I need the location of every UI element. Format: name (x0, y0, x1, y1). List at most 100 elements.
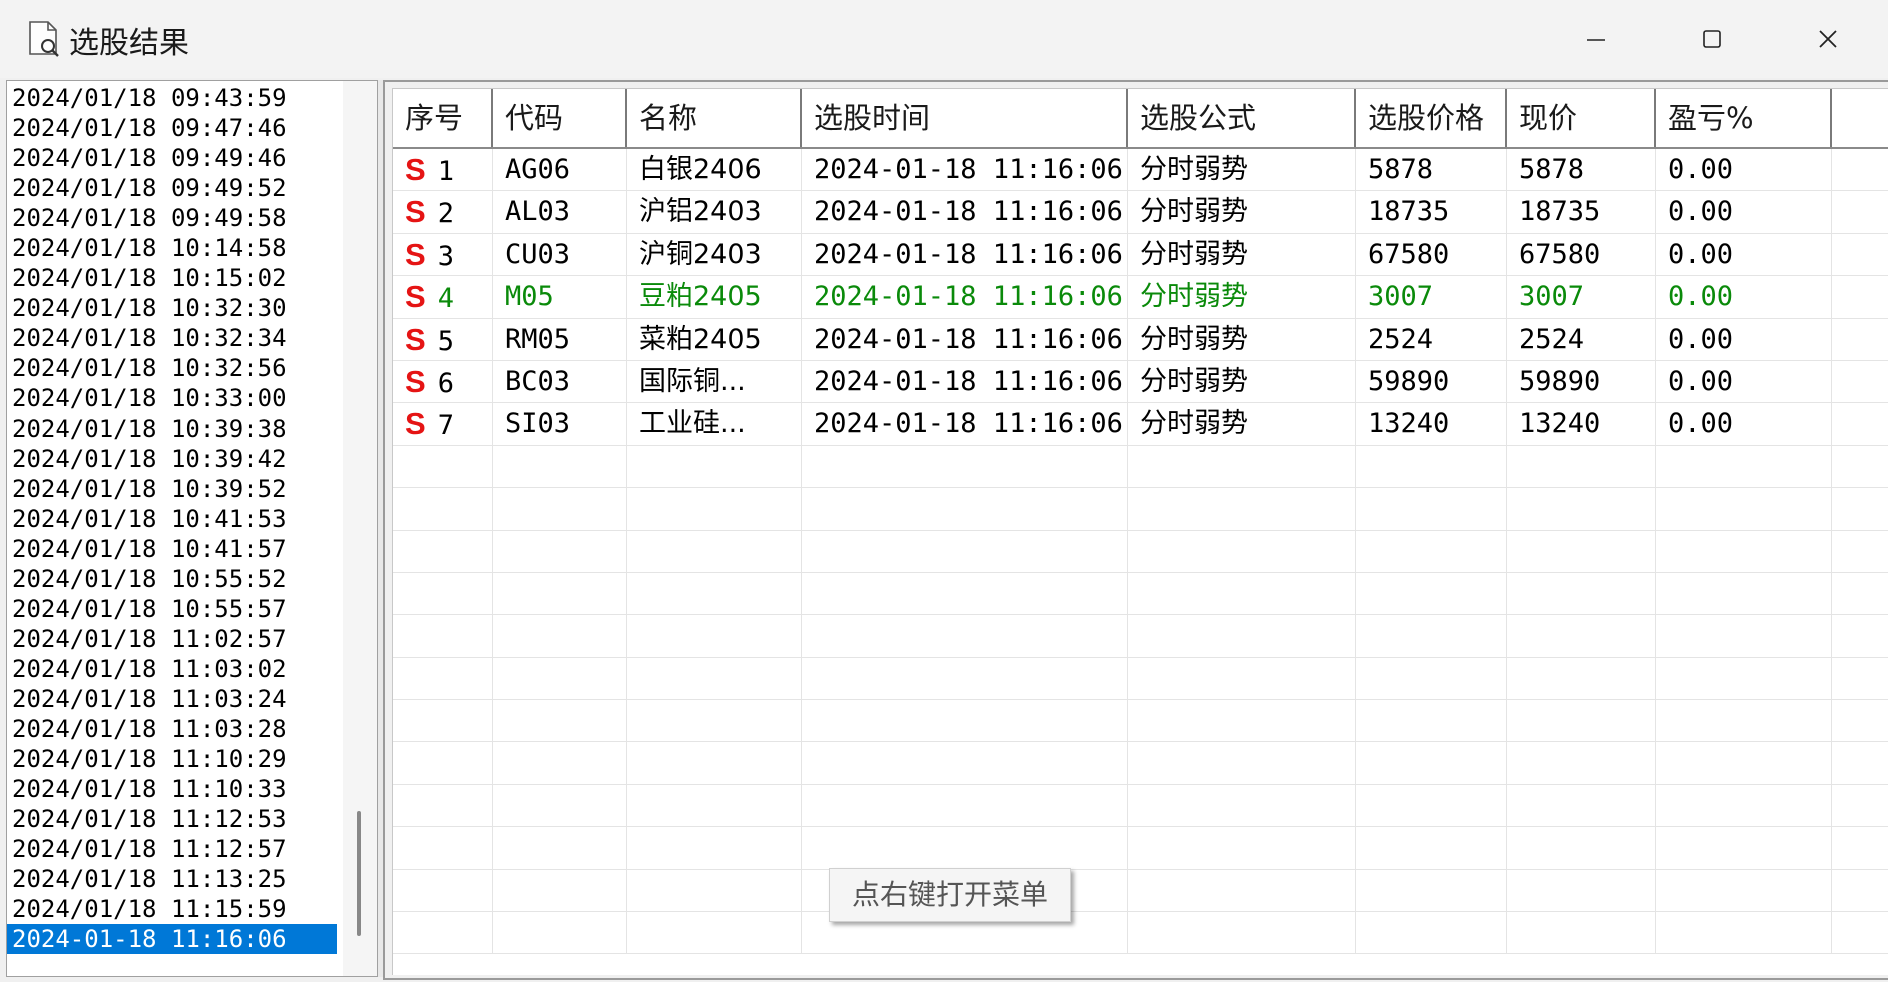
table-row-empty (393, 827, 1888, 870)
time-list-item[interactable]: 2024/01/18 11:12:57 (7, 834, 343, 864)
cell-empty (1656, 700, 1832, 743)
time-list-item[interactable]: 2024/01/18 11:12:53 (7, 804, 343, 834)
cell-pnl: 0.00 (1656, 191, 1832, 234)
cell-select-price: 18735 (1356, 191, 1507, 234)
cell-code: RM05 (493, 318, 627, 361)
cell-formula: 分时弱势 (1128, 233, 1356, 276)
cell-empty (1128, 827, 1356, 870)
cell-empty (1507, 615, 1656, 658)
time-list-item[interactable]: 2024/01/18 10:55:52 (7, 564, 343, 594)
cell-empty (627, 700, 802, 743)
time-list-item[interactable]: 2024/01/18 09:47:46 (7, 113, 343, 143)
cell-empty (1356, 530, 1507, 573)
table-row[interactable]: S 5 RM05 菜粕2405 2024-01-18 11:16:06 分时弱势 2524 2… (393, 318, 1888, 361)
time-list-item[interactable]: 2024/01/18 10:39:42 (7, 444, 343, 474)
time-list-item-selected[interactable]: 2024-01-18 11:16:06 (7, 924, 337, 955)
time-list-item[interactable]: 2024/01/18 09:49:58 (7, 203, 343, 233)
cell-empty (1356, 488, 1507, 531)
time-list-item[interactable]: 2024/01/18 10:32:34 (7, 323, 343, 353)
column-header-select-price[interactable]: 选股价格 (1356, 89, 1507, 147)
cell-current-price: 5878 (1507, 149, 1656, 191)
cell-empty (1128, 572, 1356, 615)
time-list-item[interactable]: 2024/01/18 11:15:59 (7, 894, 343, 924)
time-list-item[interactable]: 2024/01/18 09:49:46 (7, 143, 343, 173)
time-list-item[interactable]: 2024/01/18 11:13:25 (7, 864, 343, 894)
time-list-item[interactable]: 2024/01/18 10:55:57 (7, 594, 343, 624)
cell-select-price: 5878 (1356, 149, 1507, 191)
title-bar[interactable]: 选股结果 (0, 0, 1888, 78)
selection-time-list[interactable]: 2024/01/18 09:43:59 2024/01/18 09:47:46 … (6, 80, 378, 977)
column-header-time[interactable]: 选股时间 (802, 89, 1128, 147)
table-row[interactable]: S 3 CU03 沪铜2403 2024-01-18 11:16:06 分时弱势 67580… (393, 233, 1888, 277)
document-search-icon (29, 21, 59, 57)
column-header-blank (1832, 89, 1888, 147)
time-list-item[interactable]: 2024/01/18 11:10:33 (7, 774, 343, 804)
cell-empty (627, 615, 802, 658)
time-list-item[interactable]: 2024/01/18 10:33:00 (7, 383, 343, 413)
time-list-item[interactable]: 2024/01/18 09:49:52 (7, 173, 343, 203)
time-list-item[interactable]: 2024/01/18 10:39:38 (7, 414, 343, 444)
cell-empty (493, 488, 627, 531)
table-row[interactable]: S 4 M05 豆粕2405 2024-01-18 11:16:06 分时弱势 3007 30… (393, 276, 1888, 319)
column-header-formula[interactable]: 选股公式 (1128, 89, 1356, 147)
table-row-empty (393, 615, 1888, 658)
column-header-index[interactable]: 序号 (393, 89, 493, 147)
cell-empty (1356, 572, 1507, 615)
cell-time: 2024-01-18 11:16:06 (802, 276, 1128, 319)
list-scrollbar-thumb[interactable] (357, 811, 361, 936)
close-button[interactable] (1773, 0, 1883, 78)
time-list-item[interactable]: 2024/01/18 09:43:59 (7, 83, 343, 113)
time-list-item[interactable]: 2024/01/18 10:15:02 (7, 263, 343, 293)
cell-time: 2024-01-18 11:16:06 (802, 318, 1128, 361)
table-row[interactable]: S 6 BC03 国际铜... 2024-01-18 11:16:06 分时弱势 59890… (393, 360, 1888, 404)
cell-formula: 分时弱势 (1128, 191, 1356, 234)
cell-formula: 分时弱势 (1128, 318, 1356, 361)
cell-current-price: 3007 (1507, 276, 1656, 319)
time-list-item[interactable]: 2024/01/18 11:03:24 (7, 684, 343, 714)
time-list-item[interactable]: 2024/01/18 11:02:57 (7, 624, 343, 654)
time-list-item[interactable]: 2024/01/18 10:32:56 (7, 353, 343, 383)
cell-empty (1128, 530, 1356, 573)
column-header-pnl[interactable]: 盈亏% (1656, 89, 1832, 147)
cell-empty (802, 530, 1128, 573)
maximize-button[interactable] (1657, 0, 1767, 78)
cell-select-price: 67580 (1356, 233, 1507, 276)
time-list-item[interactable]: 2024/01/18 11:03:02 (7, 654, 343, 684)
cell-empty (493, 615, 627, 658)
time-list-item[interactable]: 2024/01/18 10:41:53 (7, 504, 343, 534)
cell-empty (493, 912, 627, 955)
stock-selection-result-window: 选股结果 2024/01/18 09:43:59 2024/01/18 09:4… (0, 0, 1888, 982)
minimize-button[interactable] (1541, 0, 1651, 78)
column-header-name[interactable]: 名称 (627, 89, 802, 147)
table-row[interactable]: S 7 SI03 工业硅... 2024-01-18 11:16:06 分时弱势 13240… (393, 403, 1888, 446)
cell-empty (627, 657, 802, 700)
time-list-item[interactable]: 2024/01/18 10:32:30 (7, 293, 343, 323)
result-grid[interactable]: 序号 代码 名称 选股时间 选股公式 选股价格 现价 盈亏% S 1 AG06 白银2… (392, 88, 1888, 975)
cell-index: S7 (393, 403, 493, 446)
cell-empty (493, 445, 627, 488)
time-list-item[interactable]: 2024/01/18 10:39:52 (7, 474, 343, 504)
cell-empty (627, 784, 802, 827)
column-header-current-price[interactable]: 现价 (1507, 89, 1656, 147)
context-menu-hint: 点右键打开菜单 (829, 868, 1071, 922)
cell-empty (393, 869, 493, 912)
cell-empty (627, 530, 802, 573)
cell-empty (802, 700, 1128, 743)
cell-empty (1128, 912, 1356, 955)
cell-empty (1832, 785, 1888, 827)
time-list-item[interactable]: 2024/01/18 11:10:29 (7, 744, 343, 774)
table-row[interactable]: S 1 AG06 白银2406 2024-01-18 11:16:06 分时弱势 5878 5… (393, 149, 1888, 192)
cell-empty (493, 572, 627, 615)
table-row-empty (393, 912, 1888, 955)
cell-empty (1356, 657, 1507, 700)
cell-pnl: 0.00 (1656, 403, 1832, 446)
table-row[interactable]: S 2 AL03 沪铝2403 2024-01-18 11:16:06 分时弱势 18735… (393, 191, 1888, 234)
cell-empty (1832, 531, 1888, 573)
cell-empty (1507, 530, 1656, 573)
time-list-item[interactable]: 2024/01/18 10:14:58 (7, 233, 343, 263)
time-list-item[interactable]: 2024/01/18 10:41:57 (7, 534, 343, 564)
list-scrollbar[interactable] (343, 81, 377, 976)
time-list-item[interactable]: 2024/01/18 11:03:28 (7, 714, 343, 744)
cell-empty (1832, 361, 1888, 403)
column-header-code[interactable]: 代码 (493, 89, 627, 147)
